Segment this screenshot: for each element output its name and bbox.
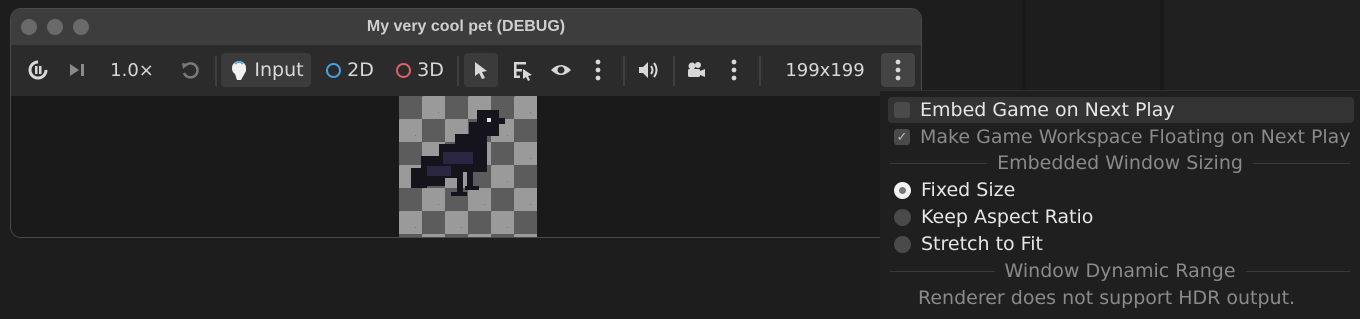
menu-item-fixed-size[interactable]: Fixed Size — [888, 177, 1354, 203]
divider — [890, 162, 988, 164]
speaker-icon — [639, 62, 658, 78]
camera-options-button[interactable] — [723, 53, 745, 87]
crow-image — [411, 110, 505, 196]
mode-2d-button[interactable]: 2D — [321, 53, 379, 87]
radio-icon — [894, 208, 911, 226]
visibility-button[interactable] — [547, 53, 575, 87]
audio-button[interactable] — [633, 53, 663, 87]
menu-item-embed-game[interactable]: Embed Game on Next Play — [888, 97, 1354, 123]
mode-2d-label: 2D — [347, 59, 374, 81]
toolbar-separator — [457, 56, 459, 86]
game-window: My very cool pet (DEBUG) 1.0× Input 2D 3… — [10, 8, 922, 238]
menu-item-keep-aspect[interactable]: Keep Aspect Ratio — [888, 204, 1354, 230]
radio-selected-icon — [894, 181, 911, 199]
reset-speed-button[interactable] — [177, 53, 203, 87]
toolbar-separator — [623, 56, 625, 86]
section-embedded-window-sizing: Embedded Window Sizing — [890, 150, 1351, 176]
pause-button[interactable] — [25, 53, 51, 87]
hdr-note: Renderer does not support HDR output. — [918, 287, 1296, 309]
mode-3d-button[interactable]: 3D — [391, 53, 449, 87]
menu-item-stretch[interactable]: Stretch to Fit — [888, 231, 1354, 257]
select-arrow-icon — [475, 62, 487, 79]
eye-icon — [551, 65, 571, 75]
more-options-button[interactable] — [587, 53, 609, 87]
input-label: Input — [254, 59, 304, 81]
section-header: Embedded Window Sizing — [997, 152, 1243, 174]
circle-2d-icon — [326, 62, 342, 78]
section-window-dynamic-range: Window Dynamic Range — [890, 258, 1351, 284]
pause-icon — [28, 60, 48, 80]
more-vertical-icon — [595, 59, 601, 81]
game-viewport[interactable] — [11, 96, 921, 237]
keep-aspect-label: Keep Aspect Ratio — [921, 206, 1094, 228]
fixed-size-label: Fixed Size — [921, 179, 1016, 201]
section-header: Window Dynamic Range — [1004, 260, 1236, 282]
checkbox-icon — [894, 102, 910, 118]
mode-3d-label: 3D — [417, 59, 444, 81]
embed-game-label: Embed Game on Next Play — [920, 99, 1175, 121]
step-icon — [70, 64, 84, 76]
more-vertical-icon — [895, 59, 901, 81]
embed-options-menu: Embed Game on Next Play ✓ Make Game Work… — [880, 90, 1360, 319]
toolbar-separator — [759, 56, 761, 86]
circle-3d-icon — [396, 62, 412, 78]
title-bar[interactable]: My very cool pet (DEBUG) — [11, 9, 921, 46]
divider — [890, 270, 995, 272]
make-floating-label: Make Game Workspace Floating on Next Pla… — [920, 126, 1351, 148]
input-toggle-button[interactable]: Input — [221, 53, 311, 87]
reset-icon — [182, 62, 199, 79]
step-frame-button[interactable] — [65, 53, 89, 87]
resolution-label: 199x199 — [785, 59, 865, 81]
toolbar-separator — [673, 56, 675, 86]
toolbar-separator — [215, 56, 217, 86]
more-vertical-icon — [731, 59, 737, 81]
embed-options-button[interactable] — [881, 53, 915, 87]
input-icon — [232, 61, 247, 80]
checkmark-icon: ✓ — [894, 129, 910, 145]
speed-selector[interactable]: 1.0× — [107, 53, 157, 87]
camera-button[interactable] — [681, 53, 711, 87]
list-select-icon — [514, 62, 532, 81]
divider — [1252, 162, 1351, 164]
list-select-button[interactable] — [507, 53, 537, 87]
camera-icon — [688, 62, 705, 77]
stretch-label: Stretch to Fit — [921, 233, 1043, 255]
menu-item-make-floating: ✓ Make Game Workspace Floating on Next P… — [888, 124, 1354, 150]
window-title: My very cool pet (DEBUG) — [366, 18, 566, 35]
pet-sprite[interactable] — [399, 96, 537, 237]
radio-icon — [894, 235, 911, 253]
select-mode-button[interactable] — [464, 53, 498, 87]
divider — [1245, 270, 1351, 272]
background-panel — [1164, 0, 1360, 90]
toolbar: 1.0× Input 2D 3D 199x199 — [11, 46, 921, 96]
